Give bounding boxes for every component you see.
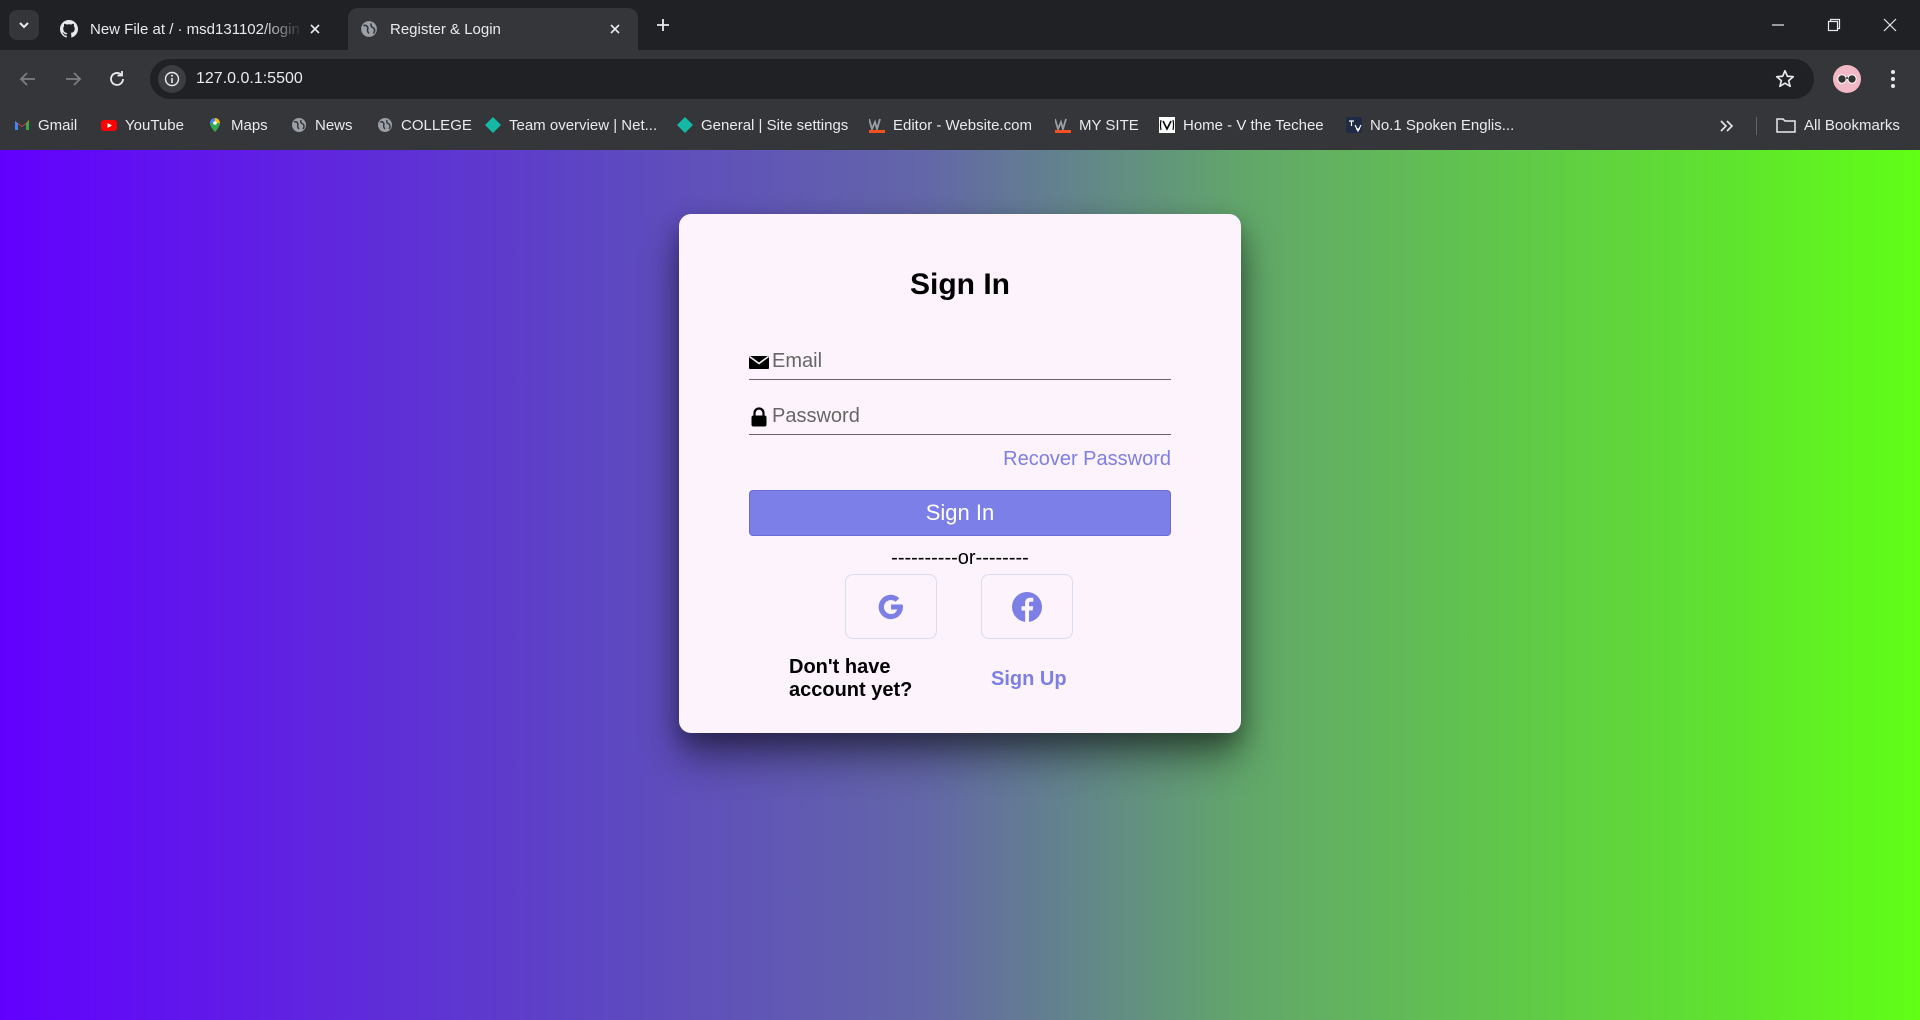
password-input[interactable]	[772, 401, 1168, 431]
bookmark-star-icon[interactable]	[1774, 68, 1796, 90]
profile-avatar[interactable]	[1833, 65, 1861, 93]
close-tab-button[interactable]	[304, 18, 326, 40]
bookmark-label: MY SITE	[1079, 116, 1139, 134]
facebook-login-button[interactable]	[981, 574, 1073, 639]
globe-icon	[292, 118, 306, 132]
page-title: Sign In	[910, 268, 1010, 301]
tab-register-login[interactable]: Register & Login	[348, 8, 638, 50]
or-divider: ----------or--------	[891, 547, 1029, 569]
sign-in-button[interactable]: Sign In	[749, 490, 1171, 536]
tab-title: New File at / · msd131102/login	[90, 20, 300, 38]
bookmarks-divider	[1756, 117, 1757, 135]
tab-title: Register & Login	[390, 20, 501, 38]
close-tab-button[interactable]	[604, 18, 626, 40]
bookmark-label: Maps	[231, 116, 268, 134]
forward-button[interactable]	[59, 65, 87, 93]
globe-icon	[378, 118, 392, 132]
v-techee-icon	[1159, 117, 1175, 133]
email-field	[749, 342, 1171, 380]
recover-password-link[interactable]: Recover Password	[1003, 448, 1171, 471]
bookmark-youtube[interactable]: YouTube	[101, 108, 184, 142]
all-bookmarks-button[interactable]: All Bookmarks	[1776, 108, 1900, 142]
bookmark-label: Team overview | Net...	[509, 116, 658, 134]
netlify-icon	[485, 117, 501, 133]
bookmark-label: Gmail	[38, 116, 78, 134]
close-window-button[interactable]	[1862, 0, 1918, 50]
page-background: Sign In Recover Password Sign In -------…	[0, 150, 1920, 1020]
restore-icon	[1827, 18, 1841, 32]
all-bookmarks-label: All Bookmarks	[1804, 116, 1900, 134]
reload-icon	[110, 71, 124, 86]
new-tab-button[interactable]	[651, 13, 675, 37]
tab-github[interactable]: New File at / · msd131102/login	[48, 8, 338, 50]
google-login-button[interactable]	[845, 574, 937, 639]
email-input[interactable]	[772, 346, 1168, 376]
maps-icon	[210, 118, 220, 132]
folder-icon	[1776, 118, 1796, 133]
no-account-text: Don't have account yet?	[789, 656, 913, 701]
lock-icon	[751, 407, 767, 427]
bookmark-label: YouTube	[125, 116, 184, 134]
tab-search-button[interactable]	[9, 10, 39, 40]
address-bar[interactable]: 127.0.0.1:5500	[150, 59, 1814, 99]
bookmark-team-overview[interactable]: Team overview | Net...	[485, 108, 657, 142]
bookmark-label: Home - V the Techee	[1183, 116, 1324, 134]
login-card: Sign In Recover Password Sign In -------…	[679, 214, 1241, 733]
bookmark-label: COLLEGE	[401, 116, 472, 134]
sunglasses-avatar-icon	[1837, 74, 1857, 84]
close-icon	[610, 24, 620, 34]
url-text[interactable]: 127.0.0.1:5500	[196, 70, 303, 88]
reload-button[interactable]	[103, 65, 131, 93]
password-field	[749, 397, 1171, 435]
bookmark-v-the-techee[interactable]: Home - V the Techee	[1159, 108, 1324, 142]
bookmark-college[interactable]: COLLEGE	[377, 108, 472, 142]
arrow-right-icon	[66, 72, 82, 86]
tab-strip: New File at / · msd131102/login Register…	[0, 0, 1920, 50]
bookmark-editor-website[interactable]: Editor - Website.com	[869, 108, 1032, 142]
facebook-icon	[1012, 591, 1042, 622]
google-icon	[878, 594, 903, 619]
site-info-button[interactable]	[158, 65, 186, 93]
github-icon	[60, 20, 78, 38]
browser-menu-button[interactable]	[1880, 66, 1906, 92]
close-icon	[310, 24, 320, 34]
bookmark-maps[interactable]: Maps	[207, 108, 268, 142]
bookmarks-bar: Gmail YouTube Maps News COLLEGE Team ove…	[0, 108, 1920, 150]
arrow-left-icon	[19, 72, 35, 86]
bookmark-news[interactable]: News	[291, 108, 353, 142]
translate-icon	[1346, 117, 1362, 133]
bookmark-label: Editor - Website.com	[893, 116, 1032, 134]
bookmark-label: General | Site settings	[701, 116, 849, 134]
info-icon	[164, 71, 180, 87]
website-w-icon	[1055, 118, 1071, 133]
minimize-button[interactable]	[1750, 0, 1806, 50]
bookmark-gmail[interactable]: Gmail	[14, 108, 77, 142]
bookmark-label: No.1 Spoken Englis...	[1370, 116, 1515, 134]
envelope-icon	[749, 355, 769, 369]
close-icon	[1883, 18, 1897, 32]
globe-icon	[361, 21, 377, 37]
minimize-icon	[1772, 24, 1784, 26]
browser-toolbar: 127.0.0.1:5500	[0, 50, 1920, 108]
bookmark-my-site[interactable]: MY SITE	[1055, 108, 1139, 142]
plus-icon	[657, 19, 669, 31]
sign-up-link[interactable]: Sign Up	[991, 668, 1067, 691]
kebab-menu-icon	[1891, 70, 1895, 88]
website-w-icon	[869, 118, 885, 133]
netlify-icon	[677, 117, 693, 133]
bookmark-label: News	[315, 116, 353, 134]
back-button[interactable]	[14, 65, 42, 93]
chevron-down-icon	[19, 22, 29, 29]
restore-button[interactable]	[1806, 0, 1862, 50]
gmail-icon	[15, 120, 29, 130]
bookmark-site-settings[interactable]: General | Site settings	[677, 108, 848, 142]
double-chevron-right-icon[interactable]	[1716, 115, 1738, 137]
bookmark-spoken-english[interactable]: No.1 Spoken Englis...	[1346, 108, 1514, 142]
youtube-icon	[101, 120, 117, 131]
